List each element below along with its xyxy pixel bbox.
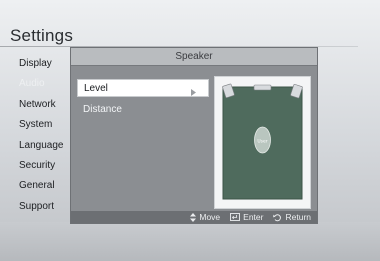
dialog-body: Level Distance User xyxy=(71,66,317,211)
enter-key-icon xyxy=(230,213,241,221)
menu-item-network[interactable]: Network xyxy=(4,95,70,115)
menu-item-system[interactable]: System xyxy=(4,115,70,135)
user-position-label: User xyxy=(257,139,267,145)
bottom-band xyxy=(0,222,380,261)
menu-item-security[interactable]: Security xyxy=(4,156,70,176)
speaker-layout-preview: User xyxy=(214,76,311,209)
menu-item-general[interactable]: General xyxy=(4,176,70,196)
dialog-footer: Move Enter Return xyxy=(71,211,317,223)
option-distance[interactable]: Distance xyxy=(77,101,209,119)
user-position-icon: User xyxy=(254,126,271,154)
menu-item-support[interactable]: Support xyxy=(4,197,70,217)
enter-label: Enter xyxy=(243,212,264,222)
settings-menu: Display Audio Network System Language Se… xyxy=(4,54,70,217)
enter-hint: Enter xyxy=(230,212,263,222)
dialog-title: Speaker xyxy=(71,48,317,66)
move-hint: Move xyxy=(190,212,220,222)
menu-item-display[interactable]: Display xyxy=(4,54,70,74)
up-down-arrows-icon xyxy=(190,212,197,222)
menu-item-audio[interactable]: Audio xyxy=(4,74,70,94)
settings-title: Settings xyxy=(10,26,74,45)
return-arrow-icon xyxy=(273,213,282,222)
option-level-label: Level xyxy=(84,83,108,94)
speaker-dialog: Speaker Level Distance User Move Enter R… xyxy=(70,47,318,224)
return-hint: Return xyxy=(273,212,311,222)
move-label: Move xyxy=(199,212,221,222)
menu-item-language[interactable]: Language xyxy=(4,136,70,156)
option-distance-label: Distance xyxy=(83,104,122,115)
option-level[interactable]: Level xyxy=(77,79,209,97)
return-label: Return xyxy=(285,212,311,222)
speaker-center-icon xyxy=(253,84,272,91)
